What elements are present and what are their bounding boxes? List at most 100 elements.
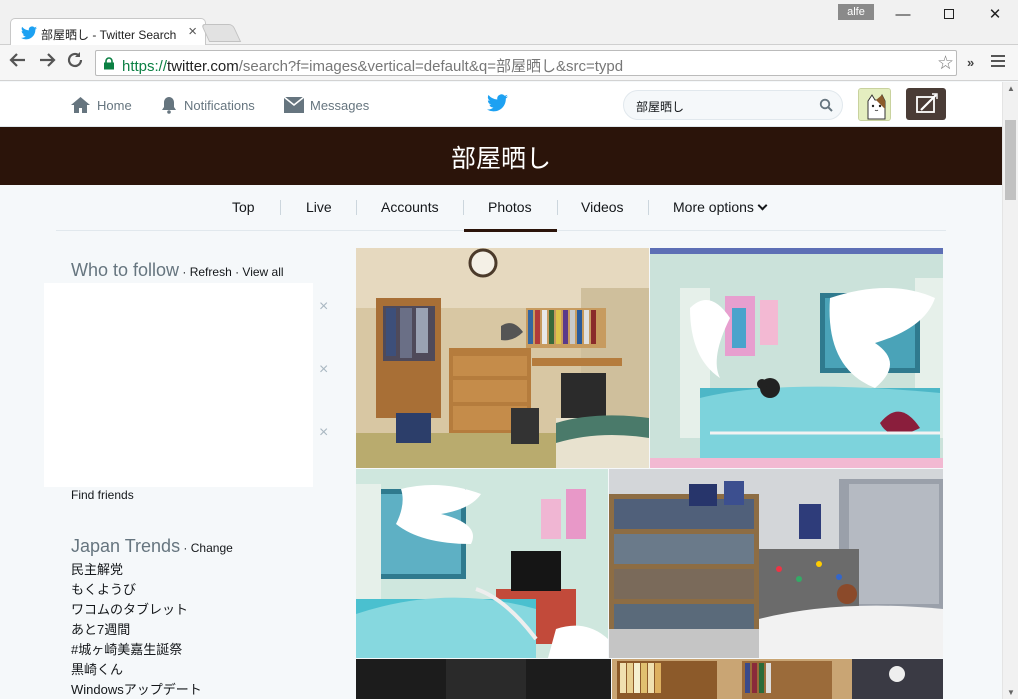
chevron-down-icon — [757, 200, 768, 211]
refresh-link[interactable]: Refresh — [190, 265, 232, 279]
separator: · — [180, 541, 191, 555]
lock-icon — [104, 57, 114, 70]
room-photo-image — [609, 469, 943, 658]
selected-tab-indicator — [464, 229, 557, 232]
tab-accounts[interactable]: Accounts — [381, 199, 439, 215]
forward-arrow-icon — [40, 53, 56, 67]
tab-close-icon[interactable]: × — [188, 23, 197, 40]
maximize-button[interactable] — [926, 2, 972, 28]
home-icon — [71, 97, 90, 113]
browser-tab-title: 部屋晒し - Twitter Search — [41, 28, 177, 42]
browser-tab[interactable]: 部屋晒し - Twitter Search × — [10, 18, 206, 46]
room-photo-image — [612, 659, 943, 699]
room-photo-image — [356, 248, 649, 468]
search-tabs: Top Live Accounts Photos Videos More opt… — [56, 185, 946, 232]
trends-header: Japan Trends · Change — [71, 536, 233, 557]
bookmark-star-icon[interactable]: ☆ — [937, 52, 954, 75]
search-query-text: 部屋晒し — [636, 100, 685, 114]
tab-separator — [557, 200, 558, 215]
browser-titlebar: 部屋晒し - Twitter Search × alfe — ✕ — [0, 0, 1018, 46]
url-text: https://twitter.com/search?f=images&vert… — [122, 55, 623, 76]
twitter-favicon-icon — [21, 26, 37, 40]
tab-separator — [463, 200, 464, 215]
photo-room-wardrobe[interactable] — [356, 248, 649, 468]
trend-item[interactable]: 黒崎くん — [71, 661, 202, 681]
nav-messages-label: Messages — [310, 97, 370, 113]
change-trends-link[interactable]: Change — [191, 541, 233, 555]
forward-button[interactable] — [36, 51, 58, 73]
messages-envelope-icon — [284, 97, 304, 113]
photo-room-tv[interactable] — [356, 469, 608, 658]
trends-list: 民主解党 もくようび ワコムのタブレット あと7週間 #城ヶ崎美嘉生誕祭 黒崎く… — [71, 561, 202, 699]
scroll-up-arrow-icon[interactable]: ▲ — [1007, 84, 1015, 93]
trend-item[interactable]: Windowsアップデート — [71, 681, 202, 699]
room-photo-image — [650, 248, 943, 468]
minimize-button[interactable]: — — [880, 2, 926, 28]
url-scheme: https:// — [122, 58, 168, 75]
browser-toolbar: https://twitter.com/search?f=images&vert… — [0, 45, 1018, 81]
back-button[interactable] — [7, 51, 29, 73]
tab-separator — [356, 200, 357, 215]
browser-menu-icon[interactable] — [991, 55, 1005, 69]
notifications-bell-icon — [162, 97, 176, 114]
tab-videos[interactable]: Videos — [581, 199, 624, 215]
photo-dark[interactable] — [356, 659, 611, 699]
separator: · — [231, 265, 243, 279]
url-host: twitter.com — [167, 58, 239, 75]
room-photo-image — [356, 469, 608, 658]
separator: · — [179, 265, 190, 279]
find-friends-link[interactable]: Find friends — [71, 488, 134, 502]
search-icon[interactable] — [819, 98, 833, 112]
page-scrollbar[interactable]: ▲ ▼ — [1002, 82, 1018, 699]
photo-bookshelf[interactable] — [612, 659, 943, 699]
trends-title: Japan Trends — [71, 536, 181, 556]
compose-quill-icon — [916, 93, 938, 113]
page-viewport: Home Notifications Messages 部屋晒し 部屋晒し To… — [0, 82, 1002, 699]
twitter-bird-icon[interactable] — [487, 94, 508, 112]
profile-badge[interactable]: alfe — [838, 4, 874, 20]
search-input[interactable]: 部屋晒し — [623, 90, 843, 120]
tab-more-options-label: More options — [673, 199, 754, 215]
extensions-overflow-icon[interactable]: » — [967, 55, 974, 70]
compose-tweet-button[interactable] — [906, 88, 946, 120]
back-arrow-icon — [9, 53, 25, 67]
address-bar[interactable]: https://twitter.com/search?f=images&vert… — [95, 50, 957, 76]
tab-more-options[interactable]: More options — [673, 199, 768, 215]
maximize-icon — [944, 9, 954, 19]
search-hero-banner: 部屋晒し — [0, 127, 1002, 185]
tab-top[interactable]: Top — [232, 199, 255, 215]
scroll-down-arrow-icon[interactable]: ▼ — [1007, 688, 1015, 697]
dismiss-suggestion-icon[interactable]: × — [319, 298, 328, 316]
trend-item[interactable]: もくようび — [71, 581, 202, 601]
nav-home-label: Home — [97, 97, 132, 113]
dismiss-suggestion-icon[interactable]: × — [319, 424, 328, 442]
scrollbar-thumb[interactable] — [1005, 120, 1016, 200]
photo-room-bed-posters[interactable] — [650, 248, 943, 468]
trend-item[interactable]: #城ヶ崎美嘉生誕祭 — [71, 641, 202, 661]
trend-item[interactable]: あと7週間 — [71, 621, 202, 641]
who-to-follow-title: Who to follow — [71, 260, 180, 280]
trend-item[interactable]: ワコムのタブレット — [71, 601, 202, 621]
who-to-follow-list — [44, 283, 313, 487]
view-all-link[interactable]: View all — [242, 265, 283, 279]
reload-icon — [67, 52, 83, 68]
photo-room-figures[interactable] — [609, 469, 943, 658]
twitter-topnav: Home Notifications Messages 部屋晒し — [0, 82, 1002, 127]
room-photo-image — [356, 659, 611, 699]
new-tab-button[interactable] — [200, 24, 242, 42]
nav-home[interactable]: Home — [70, 95, 132, 115]
avatar-cat-image — [859, 89, 890, 120]
close-window-button[interactable]: ✕ — [972, 2, 1018, 28]
tab-separator — [280, 200, 281, 215]
nav-notifications[interactable]: Notifications — [160, 95, 255, 115]
reload-button[interactable] — [64, 51, 86, 73]
page-title: 部屋晒し — [450, 145, 551, 173]
tab-separator — [648, 200, 649, 215]
dismiss-suggestion-icon[interactable]: × — [319, 361, 328, 379]
tab-live[interactable]: Live — [306, 199, 332, 215]
nav-messages[interactable]: Messages — [284, 95, 369, 115]
avatar[interactable] — [858, 88, 891, 121]
trend-item[interactable]: 民主解党 — [71, 561, 202, 581]
tab-photos[interactable]: Photos — [488, 199, 532, 215]
url-path: /search?f=images&vertical=default&q=部屋晒し… — [238, 58, 624, 75]
